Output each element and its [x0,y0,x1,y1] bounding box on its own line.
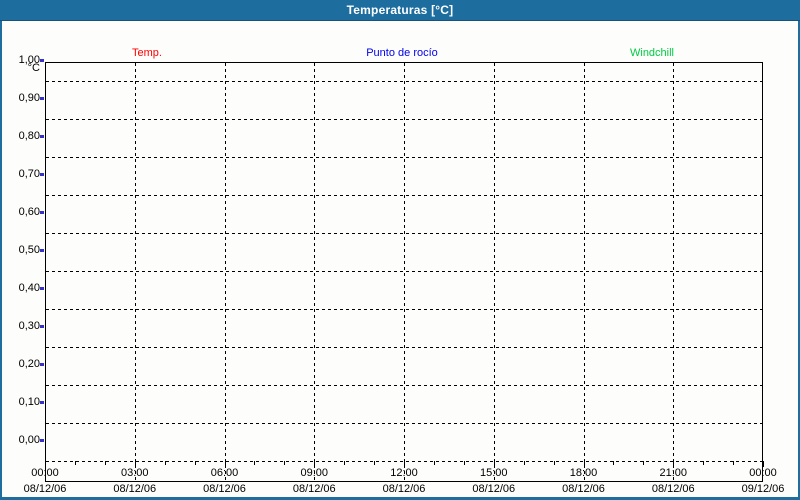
y-tick-marker [40,287,44,290]
x-time-label: 06:00 [210,467,239,479]
y-tick-label: 0,00 [18,434,40,446]
chart-title: Temperaturas [°C] [346,3,454,17]
v-gridline [314,63,316,481]
y-tick-marker [40,439,44,442]
x-minor-tick [703,461,704,465]
x-minor-tick [254,461,255,465]
x-time-label: 18:00 [569,467,598,479]
y-tick-marker [40,59,44,62]
x-date-label: 08/12/06 [562,483,605,495]
x-date-label: 08/12/06 [113,483,157,495]
x-date-label: 08/12/06 [472,483,516,495]
x-time-label: 12:00 [390,467,418,479]
v-gridline [673,63,675,481]
y-tick-label: 0,90 [18,92,40,104]
x-minor-tick [374,461,375,465]
chart-panel: Temp. Punto de rocío Windchill °C 00:00 08/… [2,21,798,497]
x-minor-tick [105,461,106,465]
x-time-label: 00:00 [31,467,59,479]
y-tick-marker [40,401,44,404]
x-minor-tick [464,461,465,465]
plot-area [45,62,763,482]
y-tick-label: 0,80 [18,130,40,142]
x-minor-tick [344,461,345,465]
legend-item-windchill: Windchill [629,47,675,59]
v-gridline [224,63,226,481]
y-tick-label: 0,60 [18,206,40,218]
y-tick-marker [40,249,44,252]
y-tick-label: 0,20 [18,358,40,370]
y-tick-marker [40,325,44,328]
y-tick-marker [40,173,44,176]
x-date-label: 08/12/06 [382,483,426,495]
x-minor-tick [284,461,285,465]
v-gridline [583,63,585,481]
x-minor-tick [165,461,166,465]
x-date-label: 08/12/06 [651,483,695,495]
x-date-label: 09/12/06 [741,483,785,495]
x-time-label: 03:00 [120,467,149,479]
y-tick-label: 1,00 [18,54,40,66]
x-time-label: 21:00 [659,467,688,479]
y-tick-label: 0,40 [18,282,40,294]
y-tick-marker [40,211,44,214]
v-gridline [134,63,136,481]
x-minor-tick [195,461,196,465]
y-tick-marker [40,363,44,366]
v-gridline [493,63,495,481]
x-date-label: 08/12/06 [203,483,246,495]
title-bar: Temperaturas [°C] [0,0,800,21]
y-tick-label: 0,10 [18,396,40,408]
x-date-label: 08/12/06 [292,483,336,495]
x-time-label: 15:00 [479,467,508,479]
x-time-label: 09:00 [300,467,329,479]
x-minor-tick [643,461,644,465]
v-gridline [404,63,405,481]
x-minor-tick [524,461,525,465]
x-date-label: 08/12/06 [23,483,67,495]
legend-item-temp: Temp. [132,47,162,59]
y-tick-label: 0,50 [18,244,40,256]
x-minor-tick [733,461,734,465]
y-tick-marker [40,135,44,138]
x-time-label: 00:00 [749,467,777,479]
x-minor-tick [554,461,555,465]
x-minor-tick [434,461,435,465]
y-tick-marker [40,97,44,100]
chart-window: Temperaturas [°C] Temp. Punto de rocío Win… [0,0,800,500]
x-minor-tick [613,461,614,465]
y-tick-label: 0,70 [18,168,40,180]
x-minor-tick [75,461,76,465]
y-tick-label: 0,30 [18,320,40,332]
legend-item-dew-point: Punto de rocío [366,47,438,59]
